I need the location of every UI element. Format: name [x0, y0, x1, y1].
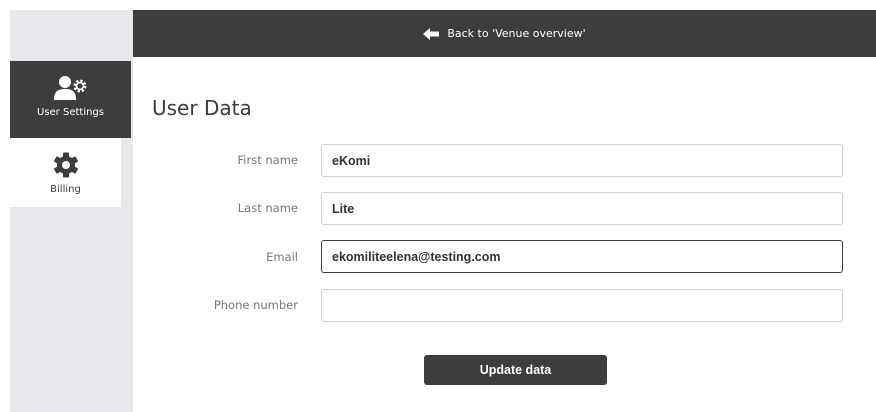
gear-icon: [53, 150, 79, 180]
sidebar-item-billing[interactable]: Billing: [10, 138, 121, 207]
back-link-label: Back to 'Venue overview': [447, 27, 586, 40]
email-field[interactable]: [321, 240, 843, 273]
sidebar-item-label: Billing: [50, 184, 81, 195]
first-name-label: First name: [237, 153, 298, 167]
left-margin: [0, 0, 10, 412]
email-label: Email: [266, 250, 298, 264]
back-link[interactable]: Back to 'Venue overview': [423, 27, 586, 40]
first-name-field[interactable]: [321, 144, 843, 177]
arrow-left-icon: [423, 27, 440, 40]
update-data-button[interactable]: Update data: [424, 355, 607, 385]
last-name-field[interactable]: [321, 192, 843, 225]
sidebar-item-user-settings[interactable]: User Settings: [10, 61, 131, 138]
sidebar: User Settings Billing: [10, 10, 133, 412]
page-title: User Data: [152, 96, 252, 120]
sidebar-item-label: User Settings: [37, 107, 104, 118]
top-bar: Back to 'Venue overview': [133, 10, 876, 57]
user-settings-icon: [53, 73, 88, 103]
phone-number-label: Phone number: [213, 298, 298, 312]
phone-number-field[interactable]: [321, 289, 843, 322]
last-name-label: Last name: [237, 201, 298, 215]
